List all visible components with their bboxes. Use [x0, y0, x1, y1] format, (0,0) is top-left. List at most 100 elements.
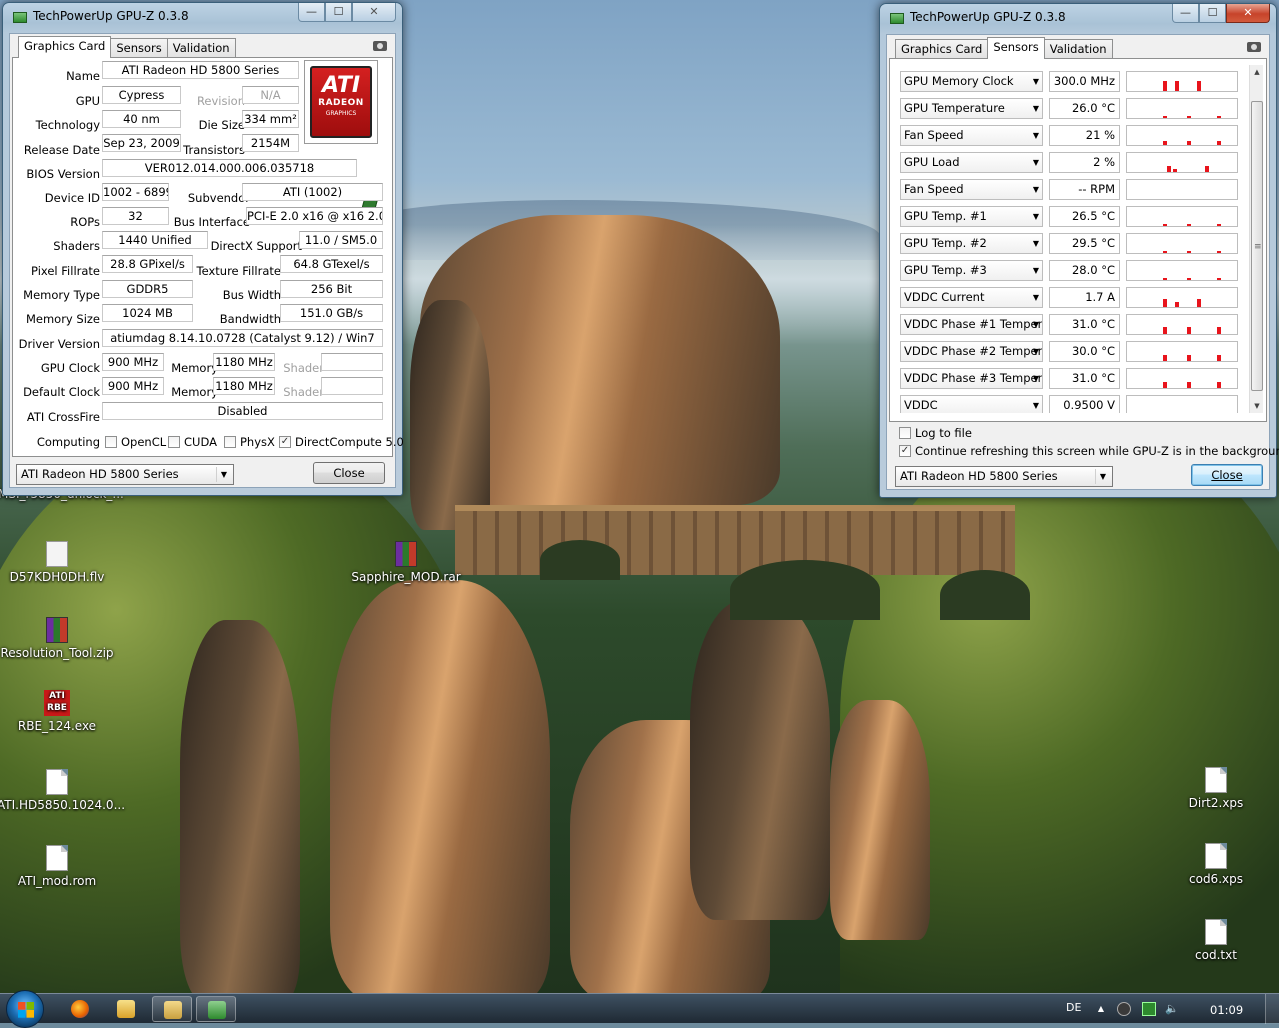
network-icon[interactable] [1146, 1003, 1152, 1009]
directcompute-checkbox[interactable]: ✓ DirectCompute 5.0 [279, 435, 404, 449]
sensor-graph[interactable] [1126, 152, 1238, 173]
sensor-graph[interactable] [1126, 206, 1238, 227]
sensor-graph[interactable] [1126, 341, 1238, 362]
gpuz-window-graphics-card[interactable]: TechPowerUp GPU-Z 0.3.8 — ☐ ✕ Graphics C… [2, 2, 404, 496]
sensor-name-select[interactable]: Fan Speed ▼ [900, 125, 1043, 146]
desktop-icon-sapphire-rar[interactable]: Sapphire_MOD.rar [346, 541, 466, 584]
sensor-name-select[interactable]: VDDC Current ▼ [900, 287, 1043, 308]
chevron-down-icon[interactable]: ▼ [1033, 396, 1039, 413]
sensor-name-select[interactable]: Fan Speed ▼ [900, 179, 1043, 200]
tab-graphics-card[interactable]: Graphics Card [18, 36, 112, 58]
checkbox-box[interactable] [105, 436, 117, 448]
sensor-name-select[interactable]: VDDC ▼ [900, 395, 1043, 413]
chevron-down-icon[interactable]: ▼ [216, 467, 231, 482]
desktop-icon-cod-txt[interactable]: cod.txt [1156, 919, 1276, 962]
tab-sensors[interactable]: Sensors [987, 37, 1045, 59]
steam-icon[interactable] [1117, 1002, 1131, 1016]
maximize-button[interactable]: ☐ [325, 3, 352, 22]
desktop-icon-cod6-xps[interactable]: cod6.xps [1156, 843, 1276, 886]
close-window-button[interactable]: ✕ [352, 3, 396, 22]
scroll-up-icon[interactable]: ▲ [1250, 65, 1264, 79]
camera-icon[interactable] [373, 41, 387, 51]
gpuz-window-sensors[interactable]: TechPowerUp GPU-Z 0.3.8 — ☐ ✕ Graphics C… [879, 3, 1279, 498]
chevron-down-icon[interactable]: ▼ [1033, 153, 1039, 172]
sensor-name-select[interactable]: VDDC Phase #2 Temperat...▼ [900, 341, 1043, 362]
chevron-down-icon[interactable]: ▼ [1033, 180, 1039, 199]
desktop-icon-resolution-zip[interactable]: Resolution_Tool.zip [0, 617, 117, 660]
desktop-icon-rbe-exe[interactable]: ATI RBE RBE_124.exe [0, 690, 117, 733]
chevron-down-icon[interactable]: ▼ [1033, 126, 1039, 145]
close-window-button[interactable]: ✕ [1226, 4, 1270, 23]
sensor-graph[interactable] [1126, 233, 1238, 254]
checkbox-box[interactable]: ✓ [279, 436, 291, 448]
camera-icon[interactable] [1247, 42, 1261, 52]
chevron-down-icon[interactable]: ▼ [1033, 288, 1039, 307]
chevron-down-icon[interactable]: ▼ [1033, 369, 1039, 388]
scrollbar-thumb[interactable]: ≡ [1251, 101, 1263, 391]
sensor-name-select[interactable]: VDDC Phase #3 Temperat...▼ [900, 368, 1043, 389]
sensor-graph[interactable] [1126, 98, 1238, 119]
scroll-down-icon[interactable]: ▼ [1250, 399, 1264, 413]
taskbar-messenger[interactable] [106, 996, 146, 1022]
chevron-down-icon[interactable]: ▼ [1033, 72, 1039, 91]
chevron-down-icon[interactable]: ▼ [1033, 207, 1039, 226]
system-clock[interactable]: 01:09 [1210, 1003, 1243, 1017]
sensor-graph[interactable] [1126, 179, 1238, 200]
tab-validation[interactable]: Validation [166, 38, 236, 58]
sensor-graph[interactable] [1126, 125, 1238, 146]
card-select[interactable]: ATI Radeon HD 5800 Series ▼ [895, 466, 1113, 487]
sensor-name-select[interactable]: GPU Memory Clock ▼ [900, 71, 1043, 92]
card-select[interactable]: ATI Radeon HD 5800 Series ▼ [16, 464, 234, 485]
close-button[interactable]: Close [1191, 464, 1263, 486]
sensor-name-select[interactable]: VDDC Phase #1 Temperat...▼ [900, 314, 1043, 335]
sensor-graph[interactable] [1126, 71, 1238, 92]
vertical-scrollbar[interactable]: ▲ ≡ ▼ [1249, 65, 1263, 413]
chevron-down-icon[interactable]: ▼ [1033, 315, 1039, 334]
chevron-down-icon[interactable]: ▼ [1095, 469, 1110, 484]
checkbox-box[interactable] [224, 436, 236, 448]
sensor-name-select[interactable]: GPU Temp. #1 ▼ [900, 206, 1043, 227]
chevron-down-icon[interactable]: ▼ [1033, 342, 1039, 361]
checkbox-box[interactable] [899, 427, 911, 439]
show-hidden-icons-icon[interactable]: ▲ [1094, 1002, 1108, 1016]
sensor-graph[interactable] [1126, 260, 1238, 281]
desktop-icon-flv[interactable]: D57KDH0DH.flv [0, 541, 117, 584]
chevron-down-icon[interactable]: ▼ [1033, 234, 1039, 253]
title-bar[interactable]: TechPowerUp GPU-Z 0.3.8 — ☐ ✕ [9, 3, 396, 33]
minimize-button[interactable]: — [1172, 4, 1199, 23]
continue-refresh-checkbox[interactable]: ✓ Continue refreshing this screen while G… [899, 444, 1279, 458]
maximize-button[interactable]: ☐ [1199, 4, 1226, 23]
sensor-name-select[interactable]: GPU Temp. #2 ▼ [900, 233, 1043, 254]
minimize-button[interactable]: — [298, 3, 325, 22]
taskbar-gpuz[interactable] [196, 996, 236, 1022]
desktop-icon-hd5850-rom[interactable]: ATI.HD5850.1024.0... [0, 769, 125, 812]
log-to-file-checkbox[interactable]: Log to file [899, 426, 972, 440]
tab-graphics-card[interactable]: Graphics Card [895, 39, 989, 59]
sensor-name-select[interactable]: GPU Temperature ▼ [900, 98, 1043, 119]
sensor-graph[interactable] [1126, 287, 1238, 308]
title-bar[interactable]: TechPowerUp GPU-Z 0.3.8 — ☐ ✕ [886, 4, 1270, 34]
checkbox-box[interactable] [168, 436, 180, 448]
desktop-icon-ati-mod-rom[interactable]: ATI_mod.rom [0, 845, 117, 888]
checkbox-box[interactable]: ✓ [899, 445, 911, 457]
language-indicator[interactable]: DE [1066, 1001, 1081, 1014]
sensor-graph[interactable] [1126, 368, 1238, 389]
close-button[interactable]: Close [313, 462, 385, 484]
chevron-down-icon[interactable]: ▼ [1033, 99, 1039, 118]
chevron-down-icon[interactable]: ▼ [1033, 261, 1039, 280]
sensor-name-select[interactable]: GPU Temp. #3 ▼ [900, 260, 1043, 281]
taskbar-explorer[interactable] [152, 996, 192, 1022]
sensor-graph[interactable] [1126, 395, 1238, 413]
tab-sensors[interactable]: Sensors [110, 38, 168, 58]
start-button[interactable] [6, 990, 44, 1028]
sensor-name-select[interactable]: GPU Load ▼ [900, 152, 1043, 173]
sensor-graph[interactable] [1126, 314, 1238, 335]
show-desktop-button[interactable] [1265, 994, 1279, 1024]
desktop-icon-dirt2-xps[interactable]: Dirt2.xps [1156, 767, 1276, 810]
opencl-checkbox[interactable]: OpenCL [105, 435, 166, 449]
taskbar-firefox[interactable] [60, 996, 100, 1022]
tab-validation[interactable]: Validation [1043, 39, 1113, 59]
cuda-checkbox[interactable]: CUDA [168, 435, 217, 449]
physx-checkbox[interactable]: PhysX [224, 435, 275, 449]
volume-icon[interactable]: 🔈 [1165, 1002, 1179, 1016]
